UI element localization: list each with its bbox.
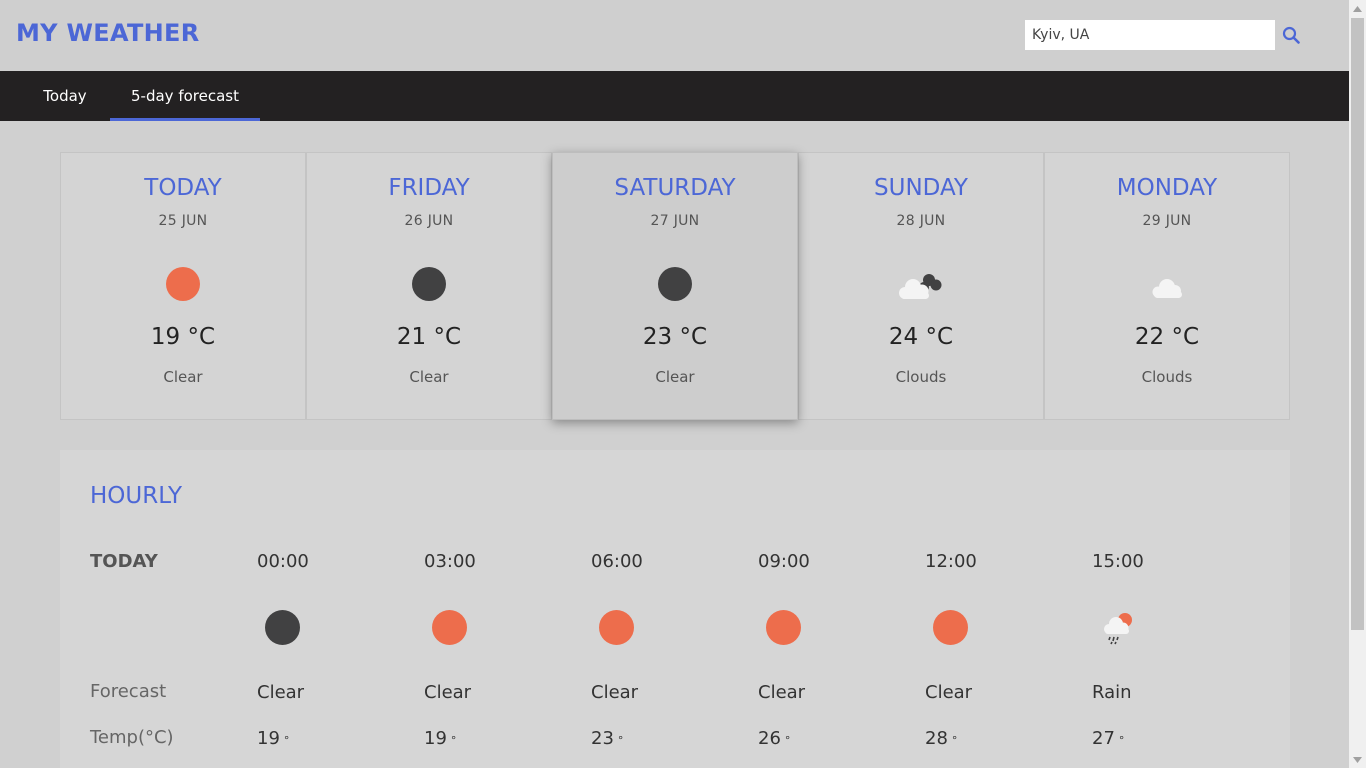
day-temp: 19 °C	[150, 324, 216, 350]
day-desc: Clouds	[895, 368, 947, 386]
day-date: 27 JUN	[650, 213, 700, 229]
tab-5-day-forecast[interactable]: 5-day forecast	[110, 71, 260, 121]
hour-time: 03:00	[424, 551, 476, 572]
hour-temp: 23 °	[591, 728, 624, 749]
day-desc: Clear	[163, 368, 203, 386]
day-temp: 23 °C	[642, 324, 708, 350]
scroll-up-arrow-icon[interactable]	[1349, 0, 1366, 17]
day-card-today[interactable]: TODAY 25 JUN 19 °C Clear	[60, 152, 306, 420]
hour-desc: Clear	[925, 682, 973, 703]
sun-icon	[766, 610, 802, 646]
hourly-title: HOURLY	[90, 483, 183, 509]
day-name: SUNDAY	[874, 175, 968, 201]
row-label-temp: Temp(°C)	[90, 727, 174, 748]
day-name: FRIDAY	[388, 175, 470, 201]
hour-time: 09:00	[758, 551, 810, 572]
hour-time: 12:00	[925, 551, 977, 572]
rain-icon	[1100, 610, 1136, 646]
day-desc: Clouds	[1141, 368, 1193, 386]
sun-icon	[432, 610, 468, 646]
moon-icon	[265, 610, 301, 646]
day-temp: 24 °C	[888, 324, 954, 350]
moon-icon	[409, 267, 449, 303]
hour-temp: 27 °	[1092, 728, 1125, 749]
day-card-friday[interactable]: FRIDAY 26 JUN 21 °C Clear	[306, 152, 552, 420]
day-date: 25 JUN	[158, 213, 208, 229]
day-date: 28 JUN	[896, 213, 946, 229]
hour-desc: Clear	[424, 682, 472, 703]
hour-temp: 19 °	[424, 728, 457, 749]
hour-temp: 19 °	[257, 728, 290, 749]
app-title[interactable]: MY WEATHER	[16, 19, 200, 47]
tab-today[interactable]: Today	[20, 71, 110, 121]
cloud-icon	[1147, 267, 1187, 303]
hour-temp: 28 °	[925, 728, 958, 749]
day-card-sunday[interactable]: SUNDAY 28 JUN 24 °C Clouds	[798, 152, 1044, 420]
day-date: 26 JUN	[404, 213, 454, 229]
hour-time: 00:00	[257, 551, 309, 572]
row-label-today: TODAY	[90, 551, 158, 572]
hourly-panel: HOURLY TODAY Forecast Temp(°C) 00:00 Cle…	[60, 450, 1290, 768]
day-desc: Clear	[655, 368, 695, 386]
row-label-forecast: Forecast	[90, 681, 167, 702]
sun-icon	[163, 267, 203, 303]
page: MY WEATHER Today 5-day forecast TODAY 25…	[0, 0, 1349, 768]
day-temp: 21 °C	[396, 324, 462, 350]
hour-column: 03:00 Clear 19 °	[424, 450, 544, 768]
search-input[interactable]	[1025, 20, 1275, 50]
hour-desc: Clear	[257, 682, 305, 703]
day-name: MONDAY	[1116, 175, 1218, 201]
hour-column: 09:00 Clear 26 °	[758, 450, 878, 768]
day-desc: Clear	[409, 368, 449, 386]
scroll-down-arrow-icon[interactable]	[1349, 751, 1366, 768]
header: MY WEATHER	[0, 0, 1349, 71]
hour-time: 06:00	[591, 551, 643, 572]
sun-icon	[933, 610, 969, 646]
hour-desc: Rain	[1092, 682, 1132, 703]
scrollbar[interactable]	[1349, 0, 1366, 768]
sun-icon	[599, 610, 635, 646]
hour-temp: 26 °	[758, 728, 791, 749]
day-name: SATURDAY	[614, 175, 736, 201]
night-clouds-icon	[899, 267, 942, 303]
hour-time: 15:00	[1092, 551, 1144, 572]
day-card-saturday[interactable]: SATURDAY 27 JUN 23 °C Clear	[552, 152, 798, 420]
day-card-monday[interactable]: MONDAY 29 JUN 22 °C Clouds	[1044, 152, 1290, 420]
scrollbar-thumb[interactable]	[1351, 18, 1364, 630]
hour-column: 15:00 Rain 27 °	[1092, 450, 1212, 768]
hour-desc: Clear	[591, 682, 639, 703]
day-name: TODAY	[144, 175, 222, 201]
hour-column: 12:00 Clear 28 °	[925, 450, 1045, 768]
hour-desc: Clear	[758, 682, 806, 703]
hour-column: 06:00 Clear 23 °	[591, 450, 711, 768]
search-button[interactable]	[1278, 22, 1304, 48]
day-date: 29 JUN	[1142, 213, 1192, 229]
nav-bar: Today 5-day forecast	[0, 71, 1349, 121]
hour-column: 00:00 Clear 19 °	[257, 450, 377, 768]
day-cards: TODAY 25 JUN 19 °C Clear FRIDAY 26 JUN 2…	[60, 152, 1290, 420]
day-temp: 22 °C	[1134, 324, 1200, 350]
moon-icon	[655, 267, 695, 303]
search-icon	[1282, 26, 1300, 44]
